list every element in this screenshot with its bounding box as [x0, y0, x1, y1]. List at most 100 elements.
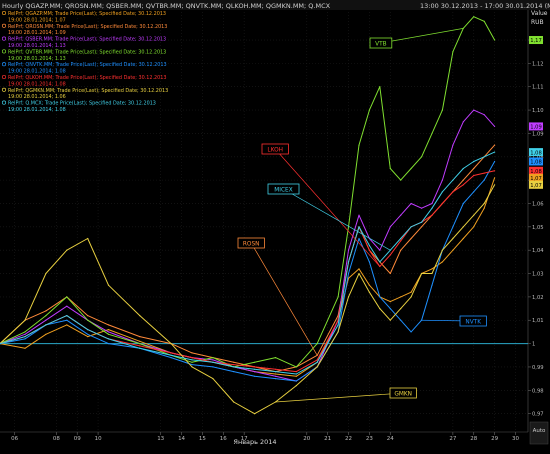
- data-point: [24, 336, 26, 338]
- legend-line-2: 19:00 28.01.2014; 1.08: [8, 107, 66, 113]
- data-point: [233, 364, 235, 366]
- data-point: [494, 151, 496, 153]
- data-point: [66, 319, 68, 321]
- data-point: [389, 319, 391, 321]
- y-tick-label: 1,11: [532, 85, 544, 91]
- data-point: [254, 375, 256, 377]
- x-tick-label: 06: [11, 436, 18, 442]
- data-point: [66, 315, 68, 317]
- x-tick-label: 10: [95, 436, 102, 442]
- data-point: [421, 226, 423, 228]
- annotation-label: VTB: [375, 41, 387, 47]
- data-point: [87, 237, 89, 240]
- auto-button-label: Auto: [533, 428, 546, 434]
- y-tick-label: 1,04: [532, 248, 544, 254]
- data-point: [410, 291, 412, 293]
- data-point: [400, 237, 402, 240]
- data-point: [441, 249, 443, 251]
- data-point: [107, 284, 110, 286]
- x-tick-label: 16: [220, 436, 227, 442]
- x-tick-label: 09: [74, 436, 81, 442]
- data-point: [358, 272, 360, 275]
- data-point: [379, 86, 381, 88]
- data-point: [431, 284, 433, 286]
- data-point: [254, 366, 256, 368]
- data-point: [494, 177, 496, 179]
- end-value-label: 1,09: [530, 125, 542, 131]
- data-point: [107, 338, 110, 340]
- data-point: [139, 336, 141, 338]
- data-point: [233, 361, 235, 363]
- x-tick-label: 27: [449, 436, 456, 442]
- data-point: [431, 214, 433, 216]
- data-point: [254, 413, 256, 415]
- data-point: [295, 380, 297, 382]
- data-point: [191, 359, 193, 361]
- data-point: [452, 191, 454, 193]
- annotation-label: LKOH: [267, 147, 283, 153]
- data-point: [87, 333, 89, 335]
- data-point: [170, 357, 172, 359]
- data-point: [462, 237, 464, 240]
- data-point: [462, 202, 464, 205]
- end-value-label: 1,08: [530, 160, 542, 166]
- data-point: [389, 226, 391, 228]
- data-point: [441, 179, 443, 181]
- legend-line-2: 19:00 28.01.2014; 1.09: [8, 30, 66, 36]
- data-point: [421, 207, 423, 209]
- data-point: [400, 296, 402, 298]
- legend-line-1: RelPrf; QSBER.MM; Trade Price(Last); Spe…: [8, 37, 166, 43]
- x-tick-label: 28: [470, 436, 477, 442]
- data-point: [494, 170, 496, 172]
- legend-line-1: RelPrf; Q.MCX; Trade Price(Last); Specif…: [8, 101, 156, 107]
- data-point: [494, 160, 496, 163]
- end-value-label: 1,17: [530, 38, 542, 44]
- data-point: [45, 315, 47, 317]
- data-point: [139, 340, 141, 342]
- data-point: [358, 144, 360, 146]
- data-point: [483, 20, 485, 22]
- data-point: [400, 214, 402, 216]
- data-point: [421, 156, 423, 158]
- data-point: [379, 261, 381, 263]
- legend-line-1: RelPrf; QLKOH.MM; Trade Price(Last); Spe…: [8, 75, 166, 81]
- data-point: [379, 296, 381, 298]
- data-point: [87, 315, 89, 317]
- data-point: [368, 249, 370, 251]
- data-point: [483, 156, 485, 158]
- data-point: [139, 345, 141, 347]
- data-point: [191, 364, 193, 366]
- data-point: [24, 319, 26, 321]
- data-point: [24, 338, 26, 340]
- data-point: [483, 114, 485, 116]
- data-point: [452, 179, 454, 181]
- data-point: [139, 343, 141, 345]
- data-point: [295, 366, 297, 368]
- data-point: [87, 329, 89, 331]
- header-title: Hourly QGAZP.MM; QROSN.MM; QSBER.MM; QVT…: [2, 2, 331, 10]
- header-range: 13:00 30.12.2013 - 17:00 30.01.2014 (MOW…: [420, 2, 550, 10]
- data-point: [274, 368, 277, 370]
- data-point: [368, 291, 370, 293]
- data-point: [368, 244, 370, 247]
- data-point: [441, 202, 443, 205]
- x-tick-label: 13: [157, 436, 164, 442]
- data-point: [389, 272, 391, 275]
- data-point: [316, 359, 318, 361]
- data-point: [473, 191, 475, 193]
- data-point: [45, 272, 47, 275]
- data-point: [452, 226, 454, 228]
- value-label: Value: [531, 10, 548, 17]
- data-point: [358, 214, 360, 216]
- data-point: [421, 272, 423, 275]
- legend-line-1: RelPrf; QGMKN.MM; Trade Price(Last); Spe…: [8, 88, 168, 94]
- data-point: [233, 401, 235, 403]
- x-axis-title: Январь 2014: [233, 438, 276, 446]
- data-point: [431, 132, 433, 134]
- data-point: [410, 237, 412, 240]
- data-point: [452, 51, 454, 53]
- data-point: [368, 261, 370, 263]
- data-point: [45, 310, 47, 312]
- data-point: [212, 366, 214, 368]
- data-point: [368, 109, 370, 111]
